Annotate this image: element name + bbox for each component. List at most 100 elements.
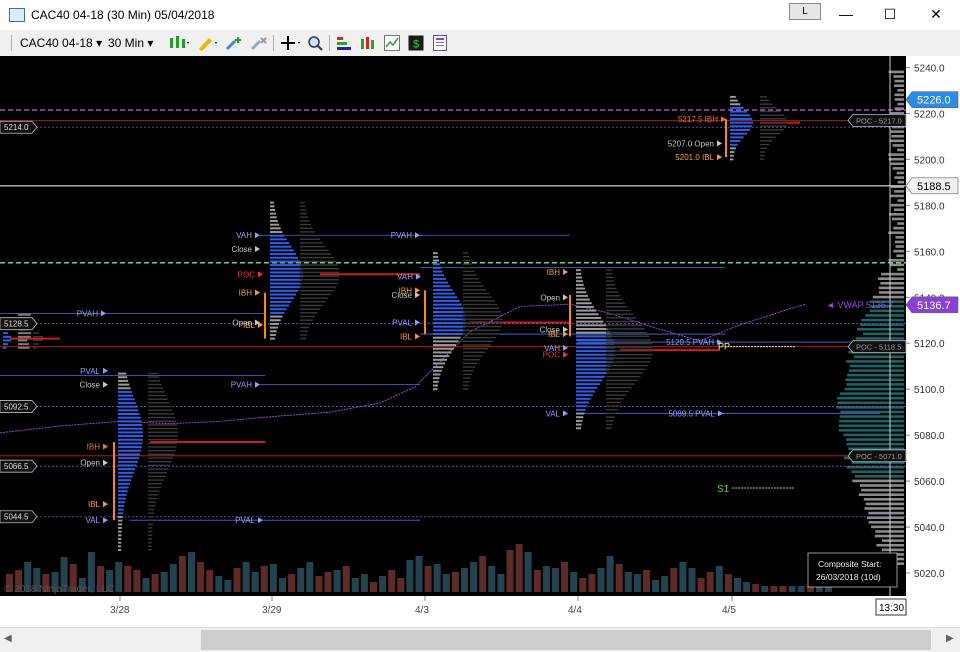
- volume-profile-bar: [300, 231, 315, 232]
- crosshair-icon[interactable]: [280, 35, 302, 51]
- volume-profile-bar: [760, 133, 780, 134]
- instrument-selector[interactable]: CAC40 04-18 ▾: [20, 36, 102, 50]
- strategies-icon[interactable]: [336, 35, 352, 51]
- volume-bar: [497, 574, 504, 592]
- volume-profile-bar: [148, 498, 157, 499]
- composite-profile-bar: [847, 374, 904, 377]
- tpo-profile-bar: [433, 256, 438, 258]
- tpo-profile-bar: [118, 409, 138, 411]
- volume-profile-bar: [606, 402, 621, 403]
- volume-bar: [461, 568, 468, 592]
- properties-icon[interactable]: [432, 35, 448, 51]
- volume-bar: [370, 582, 377, 592]
- tpo-profile-bar: [433, 307, 463, 309]
- volume-profile-bar: [300, 275, 340, 276]
- composite-profile-bar: [888, 153, 904, 156]
- add-indicator-icon[interactable]: [225, 35, 245, 51]
- chart-canvas[interactable]: 5240.05220.05200.05180.05160.05140.05120…: [0, 56, 960, 627]
- volume-profile-bar: [148, 461, 172, 462]
- composite-profile-bar: [881, 273, 904, 276]
- composite-profile-bar: [889, 259, 904, 262]
- volume-profile-bar: [148, 439, 178, 440]
- price-tag-label: 5214.0: [4, 123, 29, 132]
- dollar-icon[interactable]: $: [408, 35, 424, 51]
- interval-label: 30 Min: [108, 36, 144, 50]
- volume-profile-bar: [606, 325, 642, 326]
- volume-bar: [670, 568, 677, 592]
- tpo-profile-bar: [433, 267, 441, 269]
- tpo-profile-bar: [576, 324, 606, 326]
- volume-profile-bar: [463, 355, 482, 356]
- volume-profile-bar: [148, 535, 152, 536]
- volume-bar: [434, 564, 441, 592]
- scroll-left-icon[interactable]: ◀: [4, 633, 12, 644]
- volume-profile-bar: [606, 383, 635, 384]
- interval-selector[interactable]: 30 Min ▾: [108, 36, 153, 50]
- volume-profile-bar: [300, 235, 317, 236]
- vah-label: VAH: [236, 231, 252, 240]
- volume-profile-bar: [463, 319, 503, 320]
- tpo-profile-bar: [576, 368, 609, 370]
- scroll-thumb[interactable]: [201, 630, 931, 650]
- tpo-profile-bar: [433, 274, 444, 276]
- bar-type-icon[interactable]: [168, 35, 190, 51]
- tpo-profile-bar: [270, 290, 298, 292]
- tpo-profile-bar: [576, 321, 604, 323]
- volume-profile-bar: [606, 306, 627, 307]
- time-axis[interactable]: [0, 596, 906, 627]
- composite-profile-bar: [895, 236, 904, 239]
- price-axis-label: 5040.0: [914, 523, 945, 534]
- tpo-profile-bar: [18, 336, 31, 338]
- volume-bar: [270, 564, 277, 592]
- volume-profile-bar: [300, 323, 311, 324]
- volume-profile-bar: [300, 330, 308, 331]
- zoom-icon[interactable]: [307, 35, 323, 51]
- composite-profile-bar: [891, 130, 904, 133]
- volume-profile-bar: [148, 391, 165, 392]
- scroll-right-icon[interactable]: ▶: [946, 633, 954, 644]
- ibl-label: IBL: [400, 332, 413, 341]
- chart-panel[interactable]: 5240.05220.05200.05180.05160.05140.05120…: [0, 56, 960, 627]
- volume-profile-bar: [148, 417, 175, 418]
- price-axis-label: 5080.0: [914, 431, 945, 442]
- tpo-profile-bar: [118, 549, 121, 551]
- tpo-profile-bar: [118, 542, 121, 544]
- link-button[interactable]: L: [789, 3, 821, 20]
- volume-profile-bar: [760, 103, 772, 104]
- volume-profile-bar: [148, 373, 158, 374]
- chart-style-icon[interactable]: [384, 35, 400, 51]
- tpo-profile-bar: [118, 431, 143, 433]
- remove-drawing-icon[interactable]: [250, 35, 268, 51]
- volume-profile-bar: [760, 122, 788, 123]
- volume-bar: [716, 566, 723, 592]
- volume-bar: [179, 556, 186, 592]
- composite-profile-bar: [895, 241, 904, 244]
- maximize-button[interactable]: ☐: [870, 4, 910, 24]
- composite-profile-bar: [854, 356, 904, 359]
- volume-profile-bar: [760, 96, 767, 97]
- close-button[interactable]: ✕: [916, 4, 956, 24]
- composite-profile-bar: [870, 310, 904, 313]
- composite-profile-bar: [863, 333, 904, 336]
- tpo-profile-bar: [433, 355, 449, 357]
- volume-profile-bar: [463, 271, 474, 272]
- composite-profile-bar: [837, 401, 904, 404]
- volume-bar: [625, 572, 632, 592]
- volume-profile-bar: [300, 334, 307, 335]
- tpo-profile-bar: [118, 435, 143, 437]
- tpo-profile-bar: [118, 424, 142, 426]
- tpo-profile-bar: [576, 269, 581, 271]
- tpo-profile-bar: [270, 220, 278, 222]
- level-arrow-icon: [103, 501, 108, 507]
- drawing-tool-icon[interactable]: [197, 35, 219, 51]
- composite-profile-bar: [894, 190, 904, 193]
- horizontal-scrollbar[interactable]: ◀ ▶: [0, 627, 960, 652]
- indicators-icon[interactable]: [360, 35, 376, 51]
- tpo-profile-bar: [270, 253, 296, 255]
- pval-label: PVAL: [80, 367, 100, 376]
- minimize-button[interactable]: —: [826, 4, 866, 24]
- volume-profile-bar: [463, 366, 475, 367]
- tpo-profile-bar: [118, 512, 123, 514]
- toolbar-grip: [11, 35, 12, 51]
- tpo-profile-bar: [576, 299, 590, 301]
